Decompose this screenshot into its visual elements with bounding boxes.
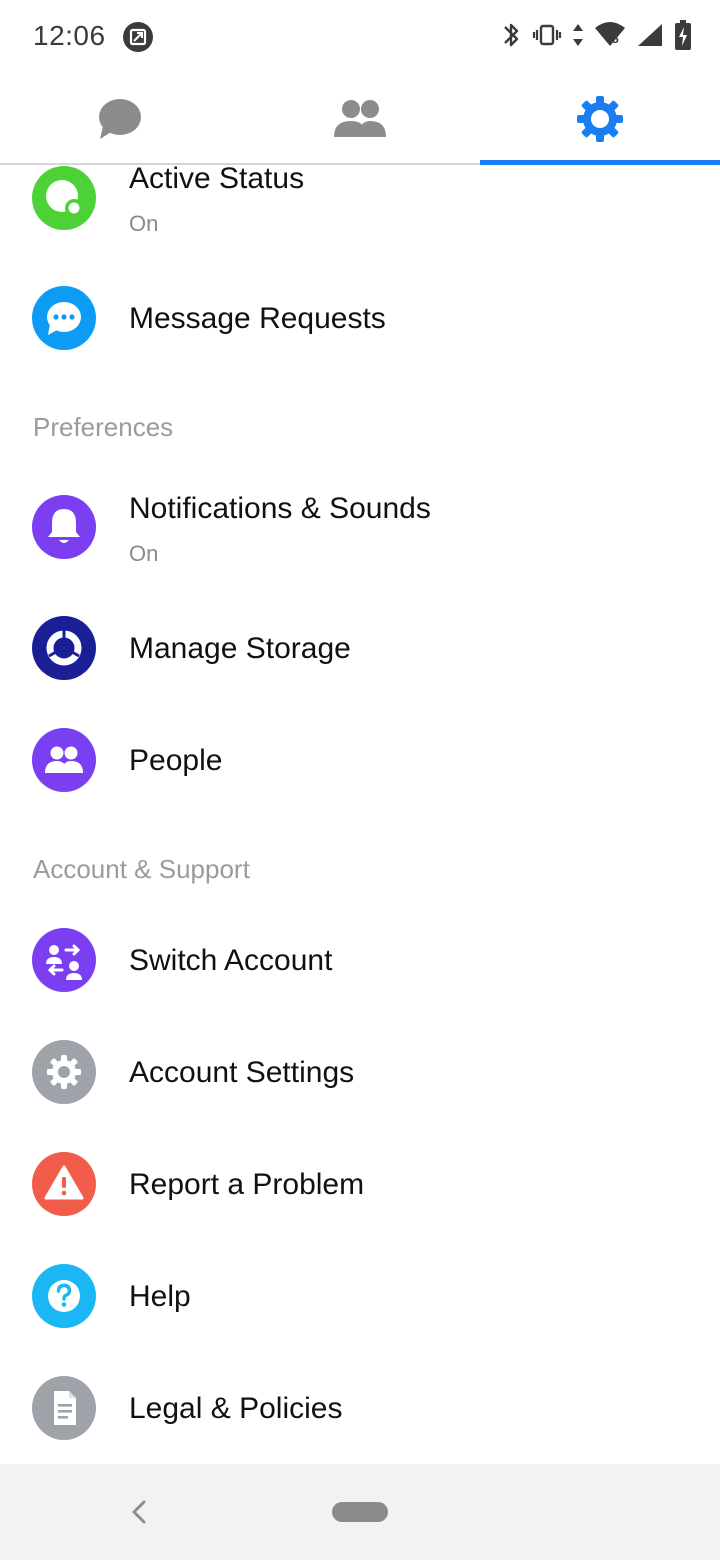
row-people[interactable]: People	[0, 717, 720, 807]
gear-icon	[577, 95, 623, 142]
top-tab-bar	[0, 72, 720, 165]
chat-bubble-icon	[99, 98, 141, 139]
tab-people[interactable]	[240, 72, 480, 165]
row-report-problem[interactable]: Report a Problem	[0, 1141, 720, 1231]
row-title: Manage Storage	[129, 632, 351, 665]
question-icon	[32, 1264, 96, 1328]
row-help[interactable]: Help	[0, 1253, 720, 1343]
warning-icon	[32, 1152, 96, 1216]
row-subtitle: On	[129, 541, 159, 566]
tab-chats[interactable]	[0, 72, 240, 165]
row-subtitle: On	[129, 211, 159, 236]
row-switch-account[interactable]: Switch Account	[0, 917, 720, 1007]
row-manage-storage[interactable]: Manage Storage	[0, 605, 720, 695]
vibrate-icon	[532, 18, 562, 52]
network-type-label: 5	[612, 32, 619, 46]
chat-dots-icon	[32, 286, 96, 350]
row-notifications-sounds[interactable]: Notifications & Sounds On	[0, 485, 720, 595]
row-title: Message Requests	[129, 302, 386, 335]
row-title: People	[129, 744, 223, 777]
row-title: Notifications & Sounds	[129, 492, 431, 525]
row-active-status[interactable]: Active Status On	[0, 165, 720, 263]
storage-ring-icon	[32, 616, 96, 680]
data-arrows-icon	[572, 18, 584, 52]
row-account-settings[interactable]: Account Settings	[0, 1029, 720, 1119]
status-icons: 5	[500, 18, 692, 52]
row-title: Report a Problem	[129, 1168, 365, 1201]
row-title: Account Settings	[129, 1056, 355, 1089]
cell-signal-icon	[636, 18, 664, 52]
bell-icon	[32, 495, 96, 559]
row-title: Active Status	[129, 165, 305, 195]
back-chevron-icon[interactable]	[126, 1494, 152, 1535]
row-title: Switch Account	[129, 944, 333, 977]
tab-settings[interactable]	[480, 72, 720, 165]
row-title: Help	[129, 1280, 191, 1313]
battery-charging-icon	[674, 18, 692, 52]
active-status-icon	[32, 166, 96, 230]
row-title: Legal & Policies	[129, 1392, 343, 1425]
settings-list: Active Status On Message Requests Prefer…	[0, 165, 720, 1465]
wifi-icon: 5	[594, 18, 626, 52]
status-bar: 12:06 5	[0, 0, 720, 72]
section-header-preferences: Preferences	[33, 412, 174, 442]
bluetooth-icon	[500, 18, 522, 52]
document-icon	[32, 1376, 96, 1440]
switch-account-icon	[32, 928, 96, 992]
row-message-requests[interactable]: Message Requests	[0, 275, 720, 365]
gear-icon	[32, 1040, 96, 1104]
section-header-account-support: Account & Support	[33, 854, 250, 884]
status-time: 12:06	[33, 20, 106, 51]
row-legal-policies[interactable]: Legal & Policies	[0, 1365, 720, 1455]
system-nav-bar	[0, 1464, 720, 1560]
screenshot-notification-icon	[122, 21, 154, 58]
people-icon	[334, 99, 386, 137]
people-icon	[32, 728, 96, 792]
home-pill-icon[interactable]	[332, 1502, 388, 1522]
